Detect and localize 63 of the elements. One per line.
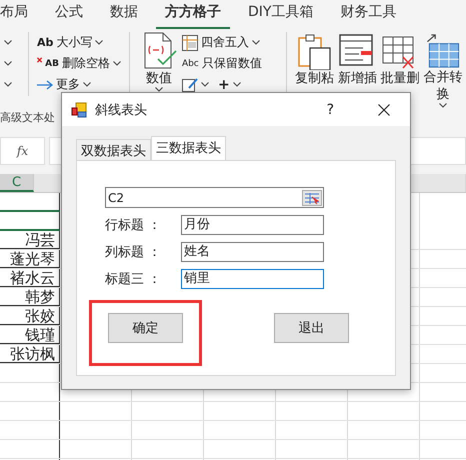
chevron-icon — [4, 61, 12, 66]
dialog-button[interactable]: 退出 — [274, 313, 349, 343]
window-title: 斜线表头 — [95, 102, 148, 118]
ab-label: Ab — [36, 36, 54, 49]
ribbon-tab[interactable]: 财务工具 — [331, 3, 406, 29]
ribbon-button-label[interactable]: 新增插 — [338, 70, 377, 87]
table-cell: 钱瑾 — [0, 326, 60, 344]
ribbon-tab[interactable]: 数据 — [101, 3, 147, 29]
ab-label: AB — [45, 58, 59, 68]
range-picker-icon — [302, 190, 322, 206]
chevron-icon — [112, 61, 121, 66]
chevron-icon — [232, 82, 241, 87]
ribbon-tab[interactable]: DIY工具箱 — [239, 3, 322, 29]
ribbon-item-label[interactable]: 更多 — [56, 76, 80, 93]
range-field[interactable]: C2 — [105, 187, 324, 208]
table-cell: 张姣 — [0, 307, 60, 325]
chevron-icon — [154, 87, 163, 92]
app-icon — [71, 102, 87, 118]
arrow-icon — [36, 80, 53, 90]
ribbon-button-label[interactable]: 批量删 — [380, 70, 420, 87]
field-label: 行标题 ： — [105, 216, 162, 234]
help-button[interactable]: ? — [326, 102, 334, 118]
ribbon-button-label[interactable]: 合并转 — [424, 69, 463, 86]
chevron-icon — [439, 103, 448, 108]
ribbon-button-label[interactable]: 数值 — [146, 70, 172, 87]
field-label: 标题三 ： — [105, 270, 162, 288]
input-field[interactable]: 销里 — [181, 268, 324, 288]
cross-icon — [36, 56, 42, 62]
group-label: 高级文本处 — [0, 110, 55, 126]
table-cell: 蓬光琴 — [0, 250, 60, 268]
table-cell: 韩梦 — [0, 288, 60, 306]
ribbon-button-label[interactable]: 复制粘 — [295, 70, 334, 87]
close-icon — [378, 104, 390, 116]
input-field[interactable]: 月份 — [181, 214, 324, 234]
ribbon-tab[interactable]: 方方格子 — [156, 3, 230, 29]
ribbon-item-label[interactable]: 四舍五入 — [200, 34, 249, 51]
tab[interactable]: 双数据表头 — [76, 139, 151, 160]
input-field[interactable]: 姓名 — [181, 242, 324, 262]
tab[interactable]: 三数据表头 — [151, 136, 226, 160]
abc-label: Abc — [182, 58, 199, 68]
ribbon-item-label[interactable]: 大小写 — [56, 34, 92, 51]
paste-icon — [296, 32, 333, 70]
function-button[interactable]: fx — [0, 137, 45, 165]
chevron-icon — [95, 40, 104, 45]
ribbon-tab[interactable]: 布局 — [0, 3, 37, 29]
ribbon-button-label[interactable]: 换 — [436, 86, 450, 103]
chevron-icon — [4, 40, 12, 45]
field-label: 列标题 ： — [105, 244, 162, 260]
plus-button[interactable]: + — [218, 76, 230, 92]
ribbon-tab[interactable]: 公式 — [46, 3, 92, 29]
ribbon-item-label[interactable]: 只保留数值 — [202, 55, 262, 72]
chevron-icon — [4, 82, 12, 87]
merge-icon — [425, 32, 462, 69]
chevron-icon — [200, 82, 209, 87]
table-cell: 冯芸 — [0, 231, 60, 249]
chevron-icon — [252, 40, 260, 45]
table-cell: 张访枫 — [0, 345, 60, 363]
table-icon — [182, 34, 198, 50]
dialog-button[interactable]: 确定 — [108, 313, 183, 343]
ribbon-item-label[interactable]: 删除空格 — [62, 55, 110, 72]
chevron-icon — [82, 82, 91, 87]
table-cell: 褚水云 — [0, 269, 60, 287]
column-header: C — [0, 174, 34, 192]
